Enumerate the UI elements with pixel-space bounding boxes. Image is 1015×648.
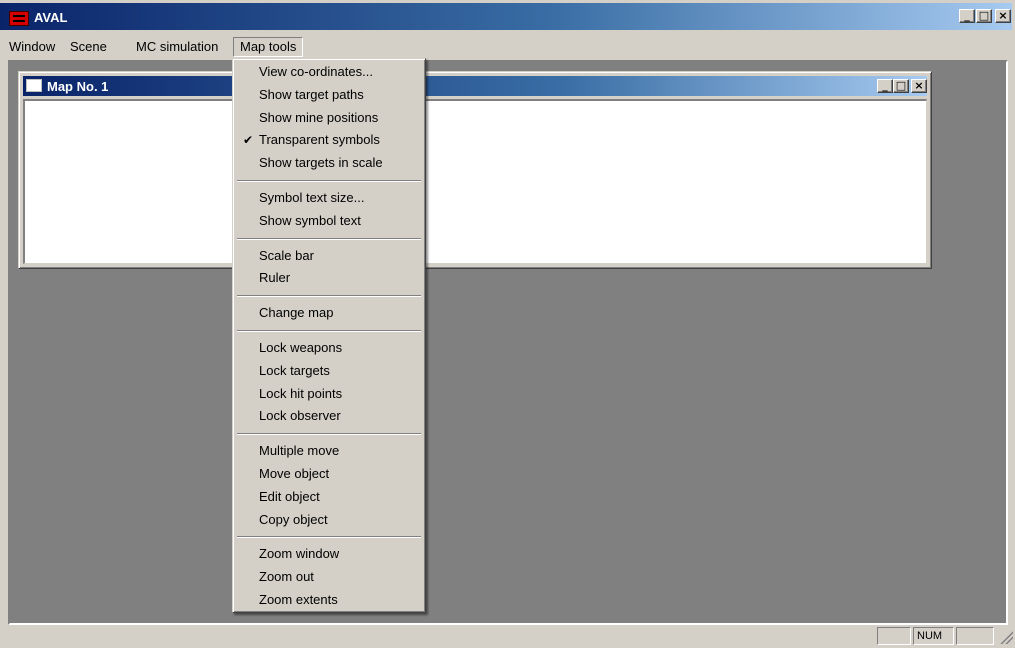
app-title: AVAL (34, 10, 68, 25)
menu-item-zoom-extents[interactable]: Zoom extents (236, 590, 422, 610)
menu-item-label: Zoom extents (259, 592, 338, 607)
map-canvas[interactable] (23, 99, 927, 264)
menu-item-label: Show targets in scale (259, 155, 383, 170)
menu-separator (237, 433, 421, 436)
menu-separator (237, 536, 421, 539)
menu-item-zoom-out[interactable]: Zoom out (236, 567, 422, 587)
menu-item-lock-observer[interactable]: Lock observer (236, 406, 422, 426)
menu-item-lock-hit-points[interactable]: Lock hit points (236, 384, 422, 404)
menu-item-label: Zoom window (259, 546, 340, 561)
map-tools-dropdown: View co-ordinates... Show target paths Sho… (232, 58, 426, 613)
map-minimize-button[interactable]: _ (877, 79, 893, 93)
menu-mc-simulation[interactable]: MC simulation (130, 37, 224, 57)
menu-item-label: Lock observer (259, 408, 341, 423)
menu-item-label: Ruler (259, 270, 291, 285)
map-window-icon[interactable] (26, 79, 42, 92)
menu-item-label: Show symbol text (259, 213, 361, 228)
map-maximize-button[interactable]: □ (893, 79, 909, 93)
menu-item-label: Scale bar (259, 248, 314, 263)
map-window-titlebar[interactable]: Map No. 1 _ □ × (23, 76, 927, 96)
close-button[interactable]: × (995, 9, 1011, 23)
app-titlebar[interactable]: AVAL _ □ × (0, 3, 1012, 30)
check-icon: ✔ (243, 133, 254, 147)
menubar: Window Scene MC simulation Map tools (0, 37, 1015, 59)
menu-item-copy-object[interactable]: Copy object (236, 510, 422, 530)
menu-item-label: Change map (259, 305, 334, 320)
map-window-title: Map No. 1 (47, 79, 109, 94)
size-grip[interactable] (999, 630, 1013, 644)
menu-item-label: Move object (259, 466, 330, 481)
menu-item-zoom-window[interactable]: Zoom window (236, 544, 422, 564)
menu-item-label: Lock targets (259, 363, 330, 378)
menu-item-label: Copy object (259, 512, 328, 527)
menu-item-symbol-text-size[interactable]: Symbol text size... (236, 188, 422, 208)
menu-item-edit-object[interactable]: Edit object (236, 487, 422, 507)
menu-item-ruler[interactable]: Ruler (236, 268, 422, 288)
menu-separator (237, 237, 421, 240)
menu-scene[interactable]: Scene (64, 37, 113, 57)
menu-item-label: Zoom out (259, 569, 314, 584)
menu-item-multiple-move[interactable]: Multiple move (236, 441, 422, 461)
menu-item-lock-targets[interactable]: Lock targets (236, 361, 422, 381)
menu-item-transparent-symbols[interactable]: ✔ Transparent symbols (236, 130, 422, 150)
app-logo-icon[interactable] (9, 11, 29, 26)
map-window: Map No. 1 _ □ × (18, 71, 932, 269)
maximize-button[interactable]: □ (976, 9, 992, 23)
menu-item-change-map[interactable]: Change map (236, 303, 422, 323)
menu-item-show-targets-in-scale[interactable]: Show targets in scale (236, 153, 422, 173)
menu-separator (237, 295, 421, 298)
menu-item-lock-weapons[interactable]: Lock weapons (236, 338, 422, 358)
menu-map-tools[interactable]: Map tools (233, 37, 304, 57)
menu-item-label: Symbol text size... (259, 190, 365, 205)
menu-item-label: Transparent symbols (259, 132, 380, 147)
menu-separator (237, 180, 421, 182)
status-pane-num: NUM (913, 627, 954, 645)
menu-item-label: View co-ordinates... (259, 64, 373, 79)
menu-item-show-target-paths[interactable]: Show target paths (236, 85, 422, 105)
menu-item-show-mine-positions[interactable]: Show mine positions (236, 108, 422, 128)
minimize-button[interactable]: _ (959, 9, 975, 23)
menu-item-label: Lock hit points (259, 386, 343, 401)
menu-separator (237, 330, 421, 332)
menu-item-view-co-ordinates[interactable]: View co-ordinates... (236, 62, 422, 82)
menu-item-label: Show target paths (259, 87, 364, 102)
menu-item-label: Multiple move (259, 443, 340, 458)
menu-item-label: Edit object (259, 489, 320, 504)
status-pane-1 (877, 627, 911, 645)
statusbar: NUM (0, 626, 1015, 648)
menu-item-show-symbol-text[interactable]: Show symbol text (236, 211, 422, 231)
menu-item-move-object[interactable]: Move object (236, 464, 422, 484)
menu-item-label: Lock weapons (259, 340, 343, 355)
menu-item-scale-bar[interactable]: Scale bar (236, 246, 422, 266)
menu-window[interactable]: Window (3, 37, 61, 57)
map-close-button[interactable]: × (911, 79, 927, 93)
status-pane-3 (956, 627, 994, 645)
app-window: AVAL _ □ × Window Scene MC simulation Ma… (0, 0, 1015, 648)
menu-item-label: Show mine positions (259, 110, 379, 125)
